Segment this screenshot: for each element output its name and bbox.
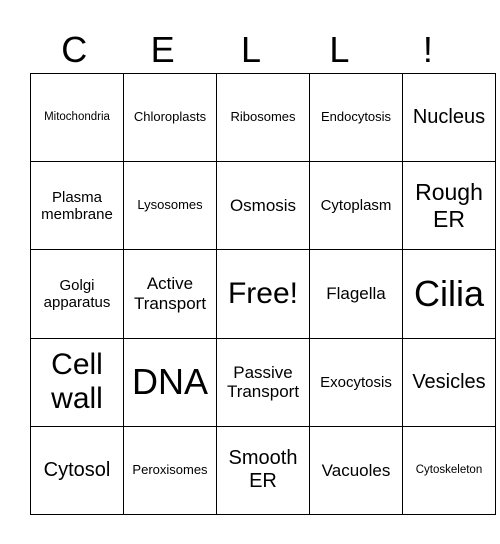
header-letter: L (329, 29, 350, 70)
bingo-cell[interactable]: Smooth ER (216, 425, 310, 516)
bingo-row: Mitochondria Chloroplasts Ribosomes Endo… (30, 72, 496, 163)
bingo-cell[interactable]: Cytosol (30, 425, 124, 516)
bingo-cell[interactable]: Vesicles (402, 337, 496, 427)
bingo-row: Cell wall DNA Passive Transport Exocytos… (30, 337, 496, 427)
bingo-cell[interactable]: Cilia (402, 249, 496, 339)
bingo-row: Plasma membrane Lysosomes Osmosis Cytopl… (30, 161, 496, 251)
bingo-cell[interactable]: Golgi apparatus (30, 249, 124, 339)
header-letter: E (150, 29, 175, 70)
bingo-cell[interactable]: Chloroplasts (123, 72, 217, 163)
bingo-cell[interactable]: Nucleus (402, 72, 496, 163)
bingo-cell[interactable]: Endocytosis (309, 72, 403, 163)
header-letter: L (241, 29, 262, 70)
bingo-cell[interactable]: Passive Transport (216, 337, 310, 427)
bingo-row: Golgi apparatus Active Transport Free! F… (30, 249, 496, 339)
bingo-cell[interactable]: Mitochondria (30, 72, 124, 163)
bingo-header: C E L L ! (30, 28, 472, 72)
bingo-cell[interactable]: Plasma membrane (30, 161, 124, 251)
bingo-cell[interactable]: Exocytosis (309, 337, 403, 427)
bingo-row: Cytosol Peroxisomes Smooth ER Vacuoles C… (30, 425, 496, 516)
bingo-cell[interactable]: Cell wall (30, 337, 124, 427)
bingo-cell[interactable]: DNA (123, 337, 217, 427)
bingo-cell[interactable]: Flagella (309, 249, 403, 339)
bingo-cell[interactable]: Cytoskeleton (402, 425, 496, 516)
header-letter: C (61, 29, 88, 70)
bingo-cell[interactable]: Active Transport (123, 249, 217, 339)
bingo-cell[interactable]: Ribosomes (216, 72, 310, 163)
bingo-cell[interactable]: Lysosomes (123, 161, 217, 251)
bingo-grid: Mitochondria Chloroplasts Ribosomes Endo… (30, 72, 496, 516)
bingo-cell[interactable]: Osmosis (216, 161, 310, 251)
bingo-cell[interactable]: Cytoplasm (309, 161, 403, 251)
bingo-cell[interactable]: Vacuoles (309, 425, 403, 516)
bingo-cell[interactable]: Rough ER (402, 161, 496, 251)
free-space-cell[interactable]: Free! (216, 249, 310, 339)
bingo-cell[interactable]: Peroxisomes (123, 425, 217, 516)
header-letter: ! (422, 29, 433, 70)
